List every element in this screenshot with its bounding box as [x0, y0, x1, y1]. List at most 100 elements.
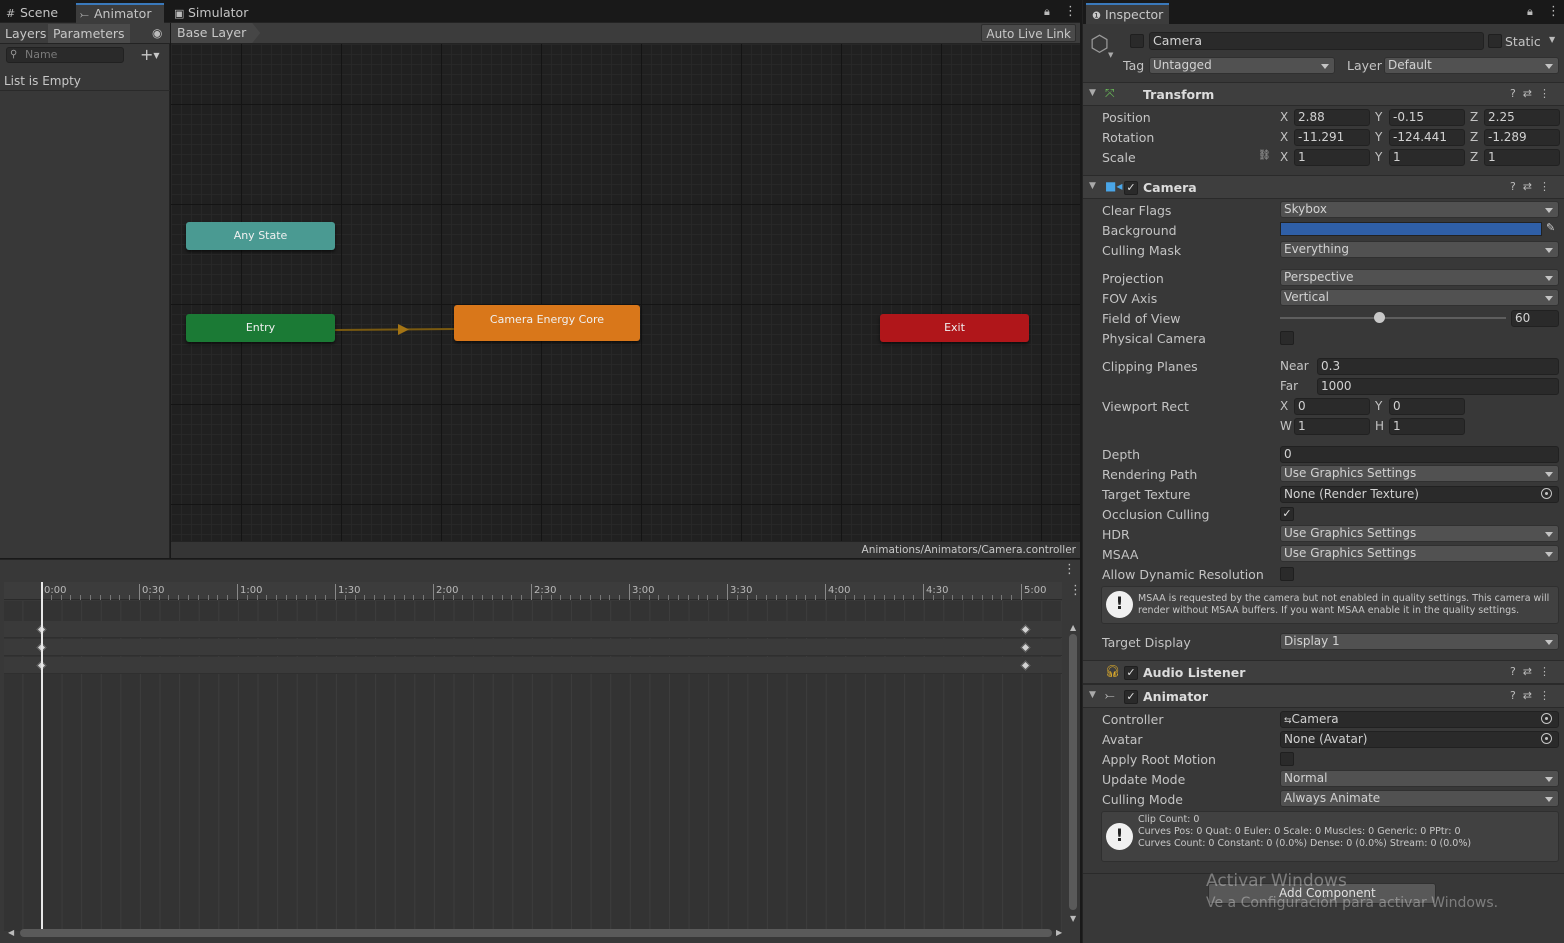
controller-field[interactable]: ⇆Camera [1280, 711, 1559, 728]
scroll-down-arrow[interactable]: ▼ [1070, 914, 1076, 923]
eye-icon[interactable]: ◉ [152, 26, 162, 40]
ruler-minor-tick [834, 595, 836, 600]
update-mode-dropdown[interactable]: Normal [1280, 770, 1559, 787]
audio-listener-header[interactable]: 🎧︎ ✓ Audio Listener ?⇄⋮ [1083, 660, 1564, 684]
audio-listener-enabled-checkbox[interactable]: ✓ [1124, 666, 1138, 680]
timeline-menu-icon[interactable]: ⋮ [1063, 563, 1076, 576]
component-header-icons[interactable]: ?⇄⋮ [1510, 689, 1557, 702]
rotation-x-field[interactable]: -11.291 [1294, 129, 1370, 146]
eyedropper-icon[interactable]: ✎ [1546, 221, 1555, 234]
occlusion-culling-checkbox[interactable]: ✓ [1280, 507, 1294, 521]
static-checkbox[interactable] [1488, 34, 1502, 48]
culling-mode-dropdown[interactable]: Always Animate [1280, 790, 1559, 807]
viewport-w-field[interactable]: 1 [1294, 418, 1370, 435]
target-display-dropdown[interactable]: Display 1 [1280, 633, 1559, 650]
culling-mask-dropdown[interactable]: Everything [1280, 241, 1559, 258]
physical-camera-checkbox[interactable] [1280, 331, 1294, 345]
playhead[interactable] [41, 582, 43, 931]
scale-z-field[interactable]: 1 [1484, 149, 1560, 166]
fov-slider-thumb[interactable] [1374, 312, 1386, 323]
fov-axis-dropdown[interactable]: Vertical [1280, 289, 1559, 306]
inspector-menu-icon[interactable]: ⋮ [1547, 5, 1560, 18]
animator-component-header[interactable]: ▼ ⤚ ✓ Animator ?⇄⋮ [1083, 684, 1564, 708]
scale-x-field[interactable]: 1 [1294, 149, 1370, 166]
vertical-scrollbar[interactable] [1069, 634, 1077, 910]
scroll-left-arrow[interactable]: ◀ [8, 928, 14, 937]
animator-enabled-checkbox[interactable]: ✓ [1124, 690, 1138, 704]
tab-parameters[interactable]: Parameters [48, 24, 130, 43]
tab-scene[interactable]: # Scene [2, 3, 64, 23]
depth-field[interactable]: 0 [1280, 446, 1559, 463]
near-field[interactable]: 0.3 [1317, 358, 1559, 375]
exit-node[interactable]: Exit [880, 314, 1029, 342]
transform-header[interactable]: ▼ ⤧ Transform ?⇄⋮ [1083, 82, 1564, 106]
component-header-icons[interactable]: ?⇄⋮ [1510, 665, 1557, 678]
default-state-node[interactable]: Camera Energy Core [454, 305, 640, 341]
target-texture-field[interactable]: None (Render Texture) [1280, 486, 1559, 503]
fold-arrow-icon[interactable]: ▼ [1089, 690, 1096, 700]
fold-arrow-icon[interactable]: ▼ [1089, 88, 1096, 98]
animator-graph[interactable]: Any State Entry Camera Energy Core Exit [171, 44, 1080, 541]
gameobject-cube-icon[interactable]: ⬡ [1090, 32, 1109, 57]
track-row[interactable] [4, 639, 1062, 656]
fov-slider-track[interactable] [1280, 317, 1506, 319]
far-field[interactable]: 1000 [1317, 378, 1559, 395]
lock-icon[interactable]: 🔒︎ [1044, 5, 1050, 19]
tab-layers[interactable]: Layers [0, 24, 51, 43]
time-ruler[interactable]: 0:00 0:30 1:00 1:30 2:00 2:30 3:00 3:30 4:00 4:30… [4, 582, 1062, 600]
scroll-right-arrow[interactable]: ▶ [1056, 928, 1062, 937]
rotation-y-field[interactable]: -124.441 [1389, 129, 1465, 146]
breadcrumb-base-layer[interactable]: Base Layer [171, 23, 260, 43]
track-row[interactable] [4, 657, 1062, 674]
position-x-field[interactable]: 2.88 [1294, 109, 1370, 126]
constrain-proportions-icon[interactable]: ⛓︎ [1258, 150, 1271, 161]
ruler-menu-icon[interactable]: ⋮ [1069, 584, 1082, 597]
scale-y-field[interactable]: 1 [1389, 149, 1465, 166]
more-menu-icon[interactable]: ⋮ [1064, 5, 1077, 18]
background-color-swatch[interactable] [1280, 222, 1542, 236]
avatar-field[interactable]: None (Avatar) [1280, 731, 1559, 748]
any-state-node[interactable]: Any State [186, 222, 335, 250]
scroll-up-arrow[interactable]: ▲ [1070, 623, 1076, 632]
static-dropdown-icon[interactable]: ▼ [1549, 35, 1555, 44]
hdr-dropdown[interactable]: Use Graphics Settings [1280, 525, 1559, 542]
auto-live-link-button[interactable]: Auto Live Link [981, 24, 1076, 42]
object-picker-icon[interactable] [1541, 488, 1552, 499]
rendering-path-dropdown[interactable]: Use Graphics Settings [1280, 465, 1559, 482]
viewport-h-field[interactable]: 1 [1389, 418, 1465, 435]
position-y-field[interactable]: -0.15 [1389, 109, 1465, 126]
apply-root-motion-checkbox[interactable] [1280, 752, 1294, 766]
object-picker-icon[interactable] [1541, 713, 1552, 724]
clear-flags-dropdown[interactable]: Skybox [1280, 201, 1559, 218]
position-z-field[interactable]: 2.25 [1484, 109, 1560, 126]
ruler-minor-tick [70, 595, 72, 600]
tab-inspector[interactable]: ❶ Inspector [1086, 3, 1170, 24]
inspector-lock-icon[interactable]: 🔒︎ [1527, 5, 1533, 19]
fold-arrow-icon[interactable]: ▼ [1089, 181, 1096, 191]
rotation-z-field[interactable]: -1.289 [1484, 129, 1560, 146]
component-header-icons[interactable]: ?⇄⋮ [1510, 180, 1557, 193]
object-picker-icon[interactable] [1541, 733, 1552, 744]
keyframe-track-area[interactable] [4, 601, 1062, 931]
camera-header[interactable]: ▼ ■◂ ✓ Camera ?⇄⋮ [1083, 175, 1564, 199]
viewport-x-field[interactable]: 0 [1294, 398, 1370, 415]
horizontal-scrollbar[interactable] [20, 929, 1052, 937]
tab-animator[interactable]: ⤚ Animator [76, 3, 164, 23]
camera-enabled-checkbox[interactable]: ✓ [1124, 181, 1138, 195]
tab-simulator[interactable]: ▣ Simulator [170, 3, 254, 23]
tag-dropdown[interactable]: Untagged [1149, 57, 1335, 74]
dynamic-resolution-checkbox[interactable] [1280, 567, 1294, 581]
fov-field[interactable]: 60 [1511, 310, 1559, 327]
layer-dropdown[interactable]: Default [1384, 57, 1559, 74]
viewport-y-field[interactable]: 0 [1389, 398, 1465, 415]
projection-dropdown[interactable]: Perspective [1280, 269, 1559, 286]
track-row[interactable] [4, 621, 1062, 638]
gameobject-name-field[interactable]: Camera [1149, 32, 1484, 50]
icon-dropdown-arrow[interactable]: ▼ [1108, 51, 1113, 59]
gameobject-active-checkbox[interactable] [1130, 34, 1144, 48]
add-parameter-button[interactable]: +▼ [140, 45, 160, 64]
msaa-dropdown[interactable]: Use Graphics Settings [1280, 545, 1559, 562]
parameter-search-input[interactable]: ⚲ Name [6, 47, 124, 63]
entry-node[interactable]: Entry [186, 314, 335, 342]
component-header-icons[interactable]: ?⇄⋮ [1510, 87, 1557, 100]
